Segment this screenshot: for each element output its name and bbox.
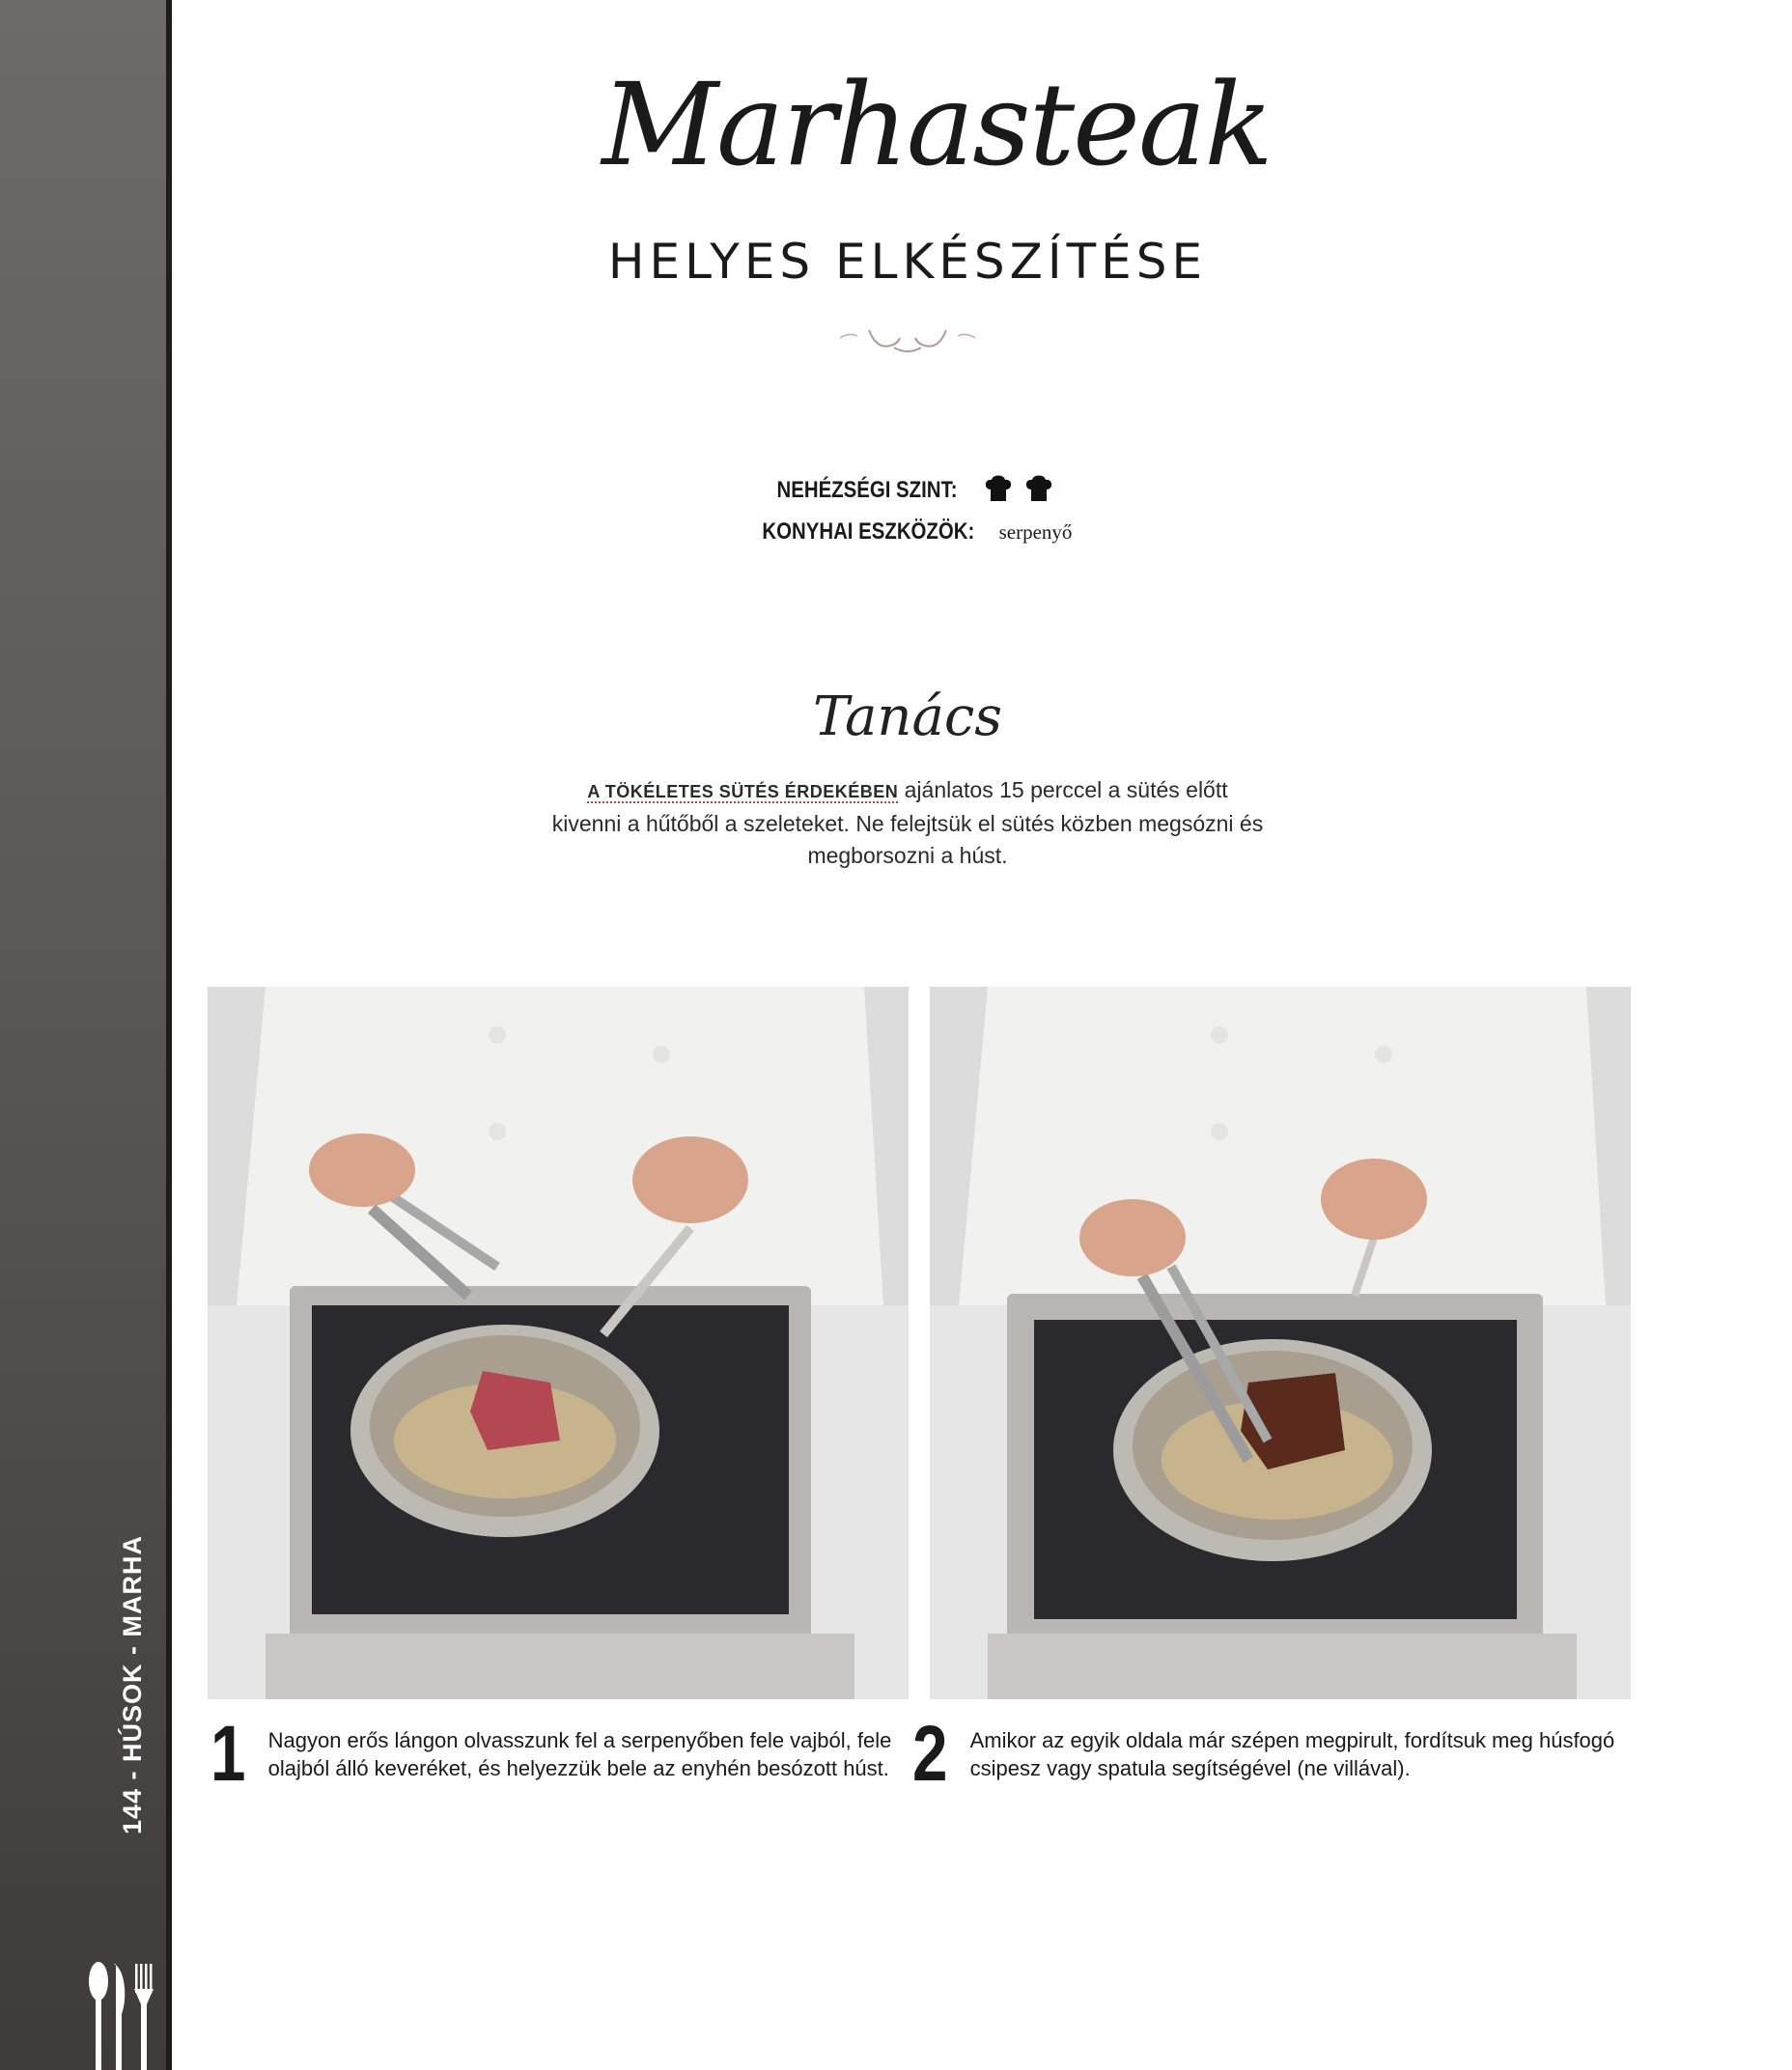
step-1-photo <box>208 987 909 1699</box>
chef-hat-icon <box>1026 475 1052 501</box>
tools-line: KONYHAI ESZKÖZÖK: serpenyő <box>676 511 1139 552</box>
difficulty-label: NEHÉZSÉGI SZINT: <box>776 477 958 503</box>
recipe-meta: NEHÉZSÉGI SZINT: KONYHAI ESZKÖZÖK: serpe… <box>676 469 1139 552</box>
step-text: Amikor az egyik oldala már szépen megpir… <box>969 1728 1615 1780</box>
step-2-photo <box>930 987 1631 1699</box>
cutlery-icon <box>89 1962 154 2070</box>
side-bar: 144 - HÚSOK - MARHA <box>0 0 172 2070</box>
step-1: 1 Nagyon erős lángon olvasszunk fel a se… <box>210 1710 906 1798</box>
step-number: 2 <box>912 1710 948 1798</box>
section-label: 144 - HÚSOK - MARHA <box>118 1534 147 1834</box>
ornament-icon <box>839 329 976 352</box>
tools-value: serpenyő <box>998 520 1073 544</box>
step-text: Nagyon erős lángon olvasszunk fel a serp… <box>267 1728 892 1780</box>
step-2: 2 Amikor az egyik oldala már szépen megp… <box>912 1710 1617 1798</box>
page-subtitle: HELYES ELKÉSZÍTÉSE <box>607 234 1208 290</box>
page-title: Marhasteak <box>602 58 1274 191</box>
tip-heading: Tanács <box>813 685 1002 748</box>
difficulty-line: NEHÉZSÉGI SZINT: <box>676 469 1139 511</box>
step-number: 1 <box>210 1710 246 1798</box>
tip-text: A TÖKÉLETES SÜTÉS ÉRDEKÉBEN ajánlatos 15… <box>550 774 1265 872</box>
tools-label: KONYHAI ESZKÖZÖK: <box>761 518 974 545</box>
chef-hat-icon <box>985 475 1012 501</box>
tip-lead: A TÖKÉLETES SÜTÉS ÉRDEKÉBEN <box>587 782 899 803</box>
